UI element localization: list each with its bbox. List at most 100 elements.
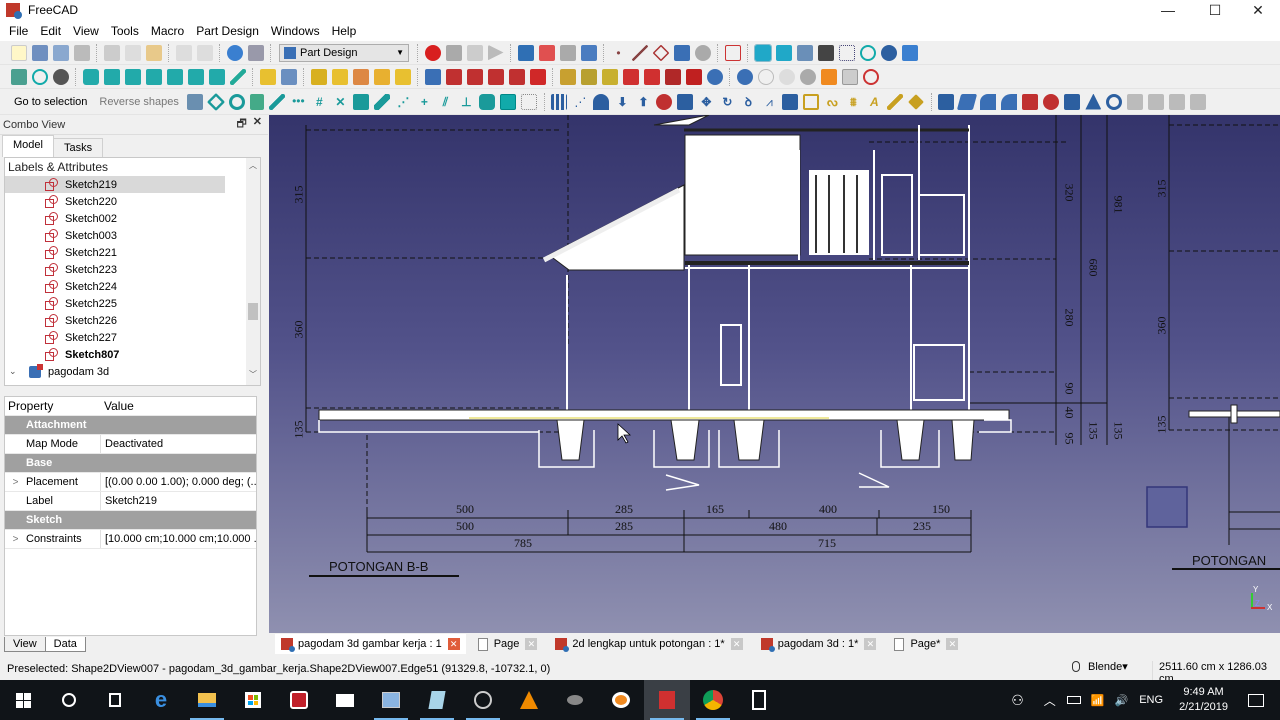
dimension-icon[interactable]: ⩩ bbox=[845, 94, 861, 110]
camera-icon[interactable] bbox=[817, 44, 834, 61]
cut-boolean-icon[interactable] bbox=[757, 68, 774, 85]
additive-primitive-icon[interactable] bbox=[394, 68, 411, 85]
taskbar-obs[interactable] bbox=[460, 680, 506, 720]
gear-icon[interactable] bbox=[656, 93, 673, 110]
close-tab-icon[interactable]: ✕ bbox=[864, 638, 877, 650]
line-constraint-icon[interactable] bbox=[269, 93, 286, 110]
rotate-icon[interactable]: ↻ bbox=[719, 94, 735, 110]
volume-icon[interactable]: 🔊 bbox=[1115, 694, 1129, 707]
tree-scrollbar[interactable]: ︿ ﹀ bbox=[246, 158, 260, 385]
menu-edit[interactable]: Edit bbox=[34, 24, 67, 38]
view-top-icon[interactable] bbox=[124, 68, 141, 85]
arch-space-icon[interactable] bbox=[1127, 93, 1144, 110]
create-body-icon[interactable] bbox=[259, 68, 276, 85]
tree-item-sketch[interactable]: Sketch220 bbox=[5, 193, 225, 210]
coincident-icon[interactable]: ••• bbox=[290, 94, 306, 110]
save-icon[interactable] bbox=[52, 44, 69, 61]
subtractive-primitive-icon[interactable] bbox=[529, 68, 546, 85]
draft-wire-icon[interactable] bbox=[677, 93, 694, 110]
arch-panel-icon[interactable] bbox=[1064, 93, 1081, 110]
action-center-icon[interactable] bbox=[1248, 693, 1264, 707]
view-axo-icon[interactable] bbox=[82, 68, 99, 85]
close-button[interactable]: ✕ bbox=[1235, 0, 1280, 20]
thickness-icon[interactable] bbox=[685, 68, 702, 85]
fix-constraint-icon[interactable] bbox=[250, 93, 265, 110]
label-icon[interactable] bbox=[887, 93, 904, 110]
tree-item-group[interactable]: ⌄ pagodam 3d bbox=[5, 363, 260, 380]
measure-icon[interactable] bbox=[229, 68, 246, 85]
plus-icon[interactable]: + bbox=[416, 94, 432, 110]
view-fit-selection-icon[interactable] bbox=[10, 68, 27, 85]
grid-icon[interactable] bbox=[521, 93, 538, 110]
cross-icon[interactable]: ✕ bbox=[332, 94, 348, 110]
clone-icon[interactable] bbox=[694, 44, 711, 61]
pipe-icon[interactable] bbox=[373, 68, 390, 85]
maximize-button[interactable]: ☐ bbox=[1192, 0, 1238, 20]
scrollbar-thumb[interactable] bbox=[248, 303, 258, 320]
mirror-icon[interactable]: ⩘ bbox=[761, 94, 777, 110]
draft-icon[interactable] bbox=[664, 68, 681, 85]
tab-view[interactable]: View bbox=[4, 637, 46, 652]
extrude-icon[interactable] bbox=[782, 93, 799, 110]
taskbar-blender[interactable] bbox=[598, 680, 644, 720]
open-file-icon[interactable] bbox=[31, 44, 48, 61]
fillet-icon[interactable] bbox=[622, 68, 639, 85]
point-icon[interactable]: • bbox=[611, 45, 627, 61]
redo-icon[interactable] bbox=[196, 44, 213, 61]
arrow-down-icon[interactable]: ⬇ bbox=[614, 94, 630, 110]
document-tab[interactable]: pagodam 3d : 1* ✕ bbox=[755, 634, 883, 654]
show-hidden-icons[interactable]: ︿ bbox=[1044, 692, 1056, 709]
record-macro-icon[interactable] bbox=[424, 44, 441, 61]
close-tab-icon[interactable]: ✕ bbox=[447, 638, 460, 650]
close-tab-icon[interactable]: ✕ bbox=[946, 638, 959, 650]
taskbar-remote-desktop[interactable] bbox=[368, 680, 414, 720]
tree-item-sketch[interactable]: Sketch221 bbox=[5, 244, 225, 261]
sketch-icon[interactable] bbox=[724, 44, 741, 61]
arrow-up-icon[interactable]: ⬆ bbox=[635, 94, 651, 110]
polar-pattern-icon[interactable] bbox=[601, 68, 618, 85]
tree-item-sketch[interactable]: Sketch807 bbox=[5, 346, 225, 363]
menu-help[interactable]: Help bbox=[326, 24, 363, 38]
arch-structure-icon[interactable] bbox=[957, 93, 978, 110]
equal-icon[interactable] bbox=[500, 93, 517, 110]
bspline-icon[interactable]: ᔓ bbox=[824, 94, 840, 110]
path-array-icon[interactable]: ⋰ bbox=[572, 94, 588, 110]
battery-icon[interactable] bbox=[1066, 696, 1081, 704]
arch-curve-icon[interactable] bbox=[1001, 93, 1018, 110]
view-front-icon[interactable] bbox=[103, 68, 120, 85]
paste-icon[interactable] bbox=[145, 44, 162, 61]
pad-icon[interactable] bbox=[310, 68, 327, 85]
arch-roof-icon[interactable] bbox=[980, 93, 997, 110]
sketch-view-icon[interactable] bbox=[187, 93, 204, 110]
taskbar-chrome[interactable] bbox=[690, 680, 736, 720]
property-row[interactable]: > Placement [(0.00 0.00 1.00); 0.000 deg; … bbox=[5, 473, 256, 492]
folder-icon[interactable] bbox=[820, 68, 837, 85]
plane-icon[interactable] bbox=[652, 44, 669, 61]
view-bottom-icon[interactable] bbox=[187, 68, 204, 85]
run-macro-icon[interactable] bbox=[487, 44, 504, 61]
loft-icon[interactable] bbox=[352, 68, 369, 85]
taskbar-store[interactable] bbox=[230, 680, 276, 720]
view-rear-icon[interactable] bbox=[166, 68, 183, 85]
tree-item-sketch[interactable]: Sketch223 bbox=[5, 261, 225, 278]
common-icon[interactable] bbox=[778, 68, 795, 85]
start-button[interactable] bbox=[0, 680, 46, 720]
tree-item-sketch[interactable]: Sketch225 bbox=[5, 295, 225, 312]
arch-wall-icon[interactable] bbox=[938, 93, 955, 110]
expand-chevron-icon[interactable]: > bbox=[5, 534, 26, 545]
wifi-icon[interactable]: 📶 bbox=[1091, 694, 1105, 707]
view-left-icon[interactable] bbox=[208, 68, 225, 85]
migrate-icon[interactable] bbox=[841, 68, 858, 85]
parallel-icon[interactable]: ⫽ bbox=[437, 94, 453, 110]
task-view-button[interactable] bbox=[92, 680, 138, 720]
property-row[interactable]: Map Mode Deactivated bbox=[5, 435, 256, 454]
arch-equipment-icon[interactable] bbox=[1043, 93, 1060, 110]
taskbar-calculator[interactable] bbox=[736, 680, 782, 720]
tree-item-sketch[interactable]: Sketch002 bbox=[5, 210, 225, 227]
float-panel-icon[interactable]: 🗗 bbox=[236, 115, 246, 134]
arch-frame-icon[interactable] bbox=[1085, 93, 1102, 110]
menu-macro[interactable]: Macro bbox=[145, 24, 190, 38]
subtractive-pipe-icon[interactable] bbox=[508, 68, 525, 85]
arch-window-icon[interactable] bbox=[1022, 93, 1039, 110]
taskbar-gimp[interactable] bbox=[552, 680, 598, 720]
